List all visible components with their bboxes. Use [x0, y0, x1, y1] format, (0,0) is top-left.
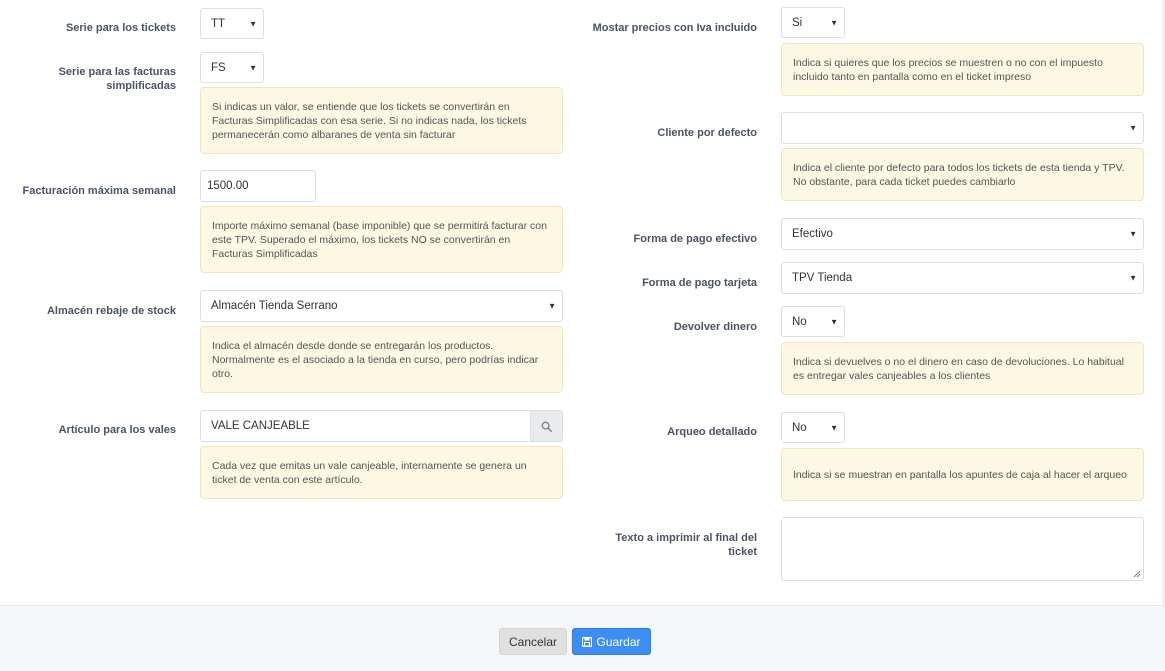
- articulo-search-button[interactable]: [531, 410, 563, 442]
- cliente-defecto-select[interactable]: ▼: [781, 112, 1144, 144]
- resize-grip-icon[interactable]: [1133, 570, 1141, 578]
- texto-final-label-line1: Texto a imprimir al final del: [615, 532, 757, 544]
- arqueo-detallado-value: No: [792, 421, 807, 434]
- serie-facturas-value: FS: [211, 61, 226, 74]
- serie-facturas-label-line2: simplificadas: [106, 80, 176, 92]
- almacen-value: Almacén Tienda Serrano: [211, 300, 338, 312]
- caret-down-icon: ▼: [249, 63, 257, 72]
- precios-iva-select[interactable]: Si ▼: [781, 7, 845, 38]
- facturacion-maxima-value: 1500.00: [207, 180, 249, 192]
- texto-final-label: Texto a imprimir al final del ticket: [560, 531, 757, 559]
- devolver-dinero-label: Devolver dinero: [673, 321, 757, 333]
- almacen-help-text: Indica el almacén desde donde se entrega…: [212, 339, 539, 380]
- cancel-button[interactable]: Cancelar: [499, 628, 567, 655]
- serie-facturas-help-text: Si indicas un valor, se entiende que los…: [212, 100, 527, 141]
- pago-efectivo-label: Forma de pago efectivo: [633, 233, 757, 245]
- caret-down-icon: ▼: [249, 19, 257, 28]
- precios-iva-help-text: Indica si quieres que los precios se mue…: [793, 56, 1103, 83]
- serie-tickets-value: TT: [211, 17, 226, 30]
- cliente-defecto-help: Indica el cliente por defecto para todos…: [781, 148, 1144, 201]
- serie-facturas-label-line1: Serie para las facturas: [58, 66, 176, 78]
- devolver-dinero-help: Indica si devuelves o no el dinero en ca…: [781, 342, 1144, 395]
- pago-tarjeta-label: Forma de pago tarjeta: [642, 277, 757, 289]
- search-icon: [541, 421, 552, 432]
- precios-iva-value: Si: [792, 16, 803, 29]
- pago-tarjeta-value: TPV Tienda: [792, 272, 853, 284]
- arqueo-detallado-help: Indica si se muestran en pantalla los ap…: [781, 448, 1144, 501]
- articulo-vales-label: Artículo para los vales: [58, 424, 176, 436]
- serie-facturas-select[interactable]: FS ▼: [200, 52, 264, 83]
- arqueo-detallado-select[interactable]: No ▼: [781, 412, 845, 443]
- devolver-dinero-select[interactable]: No ▼: [781, 306, 845, 337]
- facturacion-maxima-help: Importe máximo semanal (base imponible) …: [200, 206, 563, 273]
- facturacion-maxima-help-text: Importe máximo semanal (base imponible) …: [212, 219, 547, 260]
- articulo-vales-help: Cada vez que emitas un vale canjeable, i…: [200, 446, 563, 499]
- arqueo-detallado-label: Arqueo detallado: [667, 426, 757, 438]
- facturacion-maxima-input[interactable]: 1500.00: [200, 170, 316, 202]
- devolver-dinero-help-text: Indica si devuelves o no el dinero en ca…: [793, 355, 1124, 382]
- pago-efectivo-value: Efectivo: [792, 228, 833, 240]
- arqueo-detallado-help-text: Indica si se muestran en pantalla los ap…: [793, 468, 1127, 481]
- articulo-vales-help-text: Cada vez que emitas un vale canjeable, i…: [212, 459, 527, 486]
- articulo-vales-value: VALE CANJEABLE: [211, 420, 310, 432]
- devolver-dinero-value: No: [792, 315, 807, 328]
- save-button[interactable]: Guardar: [572, 628, 651, 655]
- cancel-button-label: Cancelar: [508, 634, 558, 649]
- precios-iva-label: Mostar precios con Iva incluido: [592, 22, 757, 34]
- cliente-defecto-label: Cliente por defecto: [657, 127, 757, 139]
- precios-iva-help: Indica si quieres que los precios se mue…: [781, 43, 1144, 96]
- serie-facturas-help: Si indicas un valor, se entiende que los…: [200, 87, 563, 154]
- almacen-label: Almacén rebaje de stock: [46, 305, 176, 317]
- facturacion-maxima-label: Facturación máxima semanal: [22, 185, 176, 197]
- pago-tarjeta-select[interactable]: TPV Tienda ▼: [781, 262, 1144, 294]
- caret-down-icon: ▼: [830, 18, 838, 27]
- caret-down-icon: ▼: [1129, 123, 1137, 133]
- serie-tickets-select[interactable]: TT ▼: [200, 8, 264, 39]
- articulo-vales-input[interactable]: VALE CANJEABLE: [200, 410, 531, 442]
- caret-down-icon: ▼: [1129, 273, 1137, 283]
- texto-final-textarea[interactable]: [781, 517, 1144, 581]
- floppy-disk-icon: [582, 636, 593, 647]
- caret-down-icon: ▼: [830, 317, 838, 326]
- almacen-select[interactable]: Almacén Tienda Serrano ▼: [200, 290, 563, 322]
- save-button-label: Guardar: [596, 634, 641, 649]
- caret-down-icon: ▼: [830, 423, 838, 432]
- serie-facturas-label: Serie para las facturas simplificadas: [0, 65, 176, 93]
- caret-down-icon: ▼: [548, 301, 556, 311]
- almacen-help: Indica el almacén desde donde se entrega…: [200, 326, 563, 393]
- caret-down-icon: ▼: [1129, 229, 1137, 239]
- pago-efectivo-select[interactable]: Efectivo ▼: [781, 218, 1144, 250]
- serie-tickets-label: Serie para los tickets: [65, 22, 176, 34]
- cliente-defecto-help-text: Indica el cliente por defecto para todos…: [793, 161, 1125, 188]
- texto-final-label-line2: ticket: [728, 546, 757, 558]
